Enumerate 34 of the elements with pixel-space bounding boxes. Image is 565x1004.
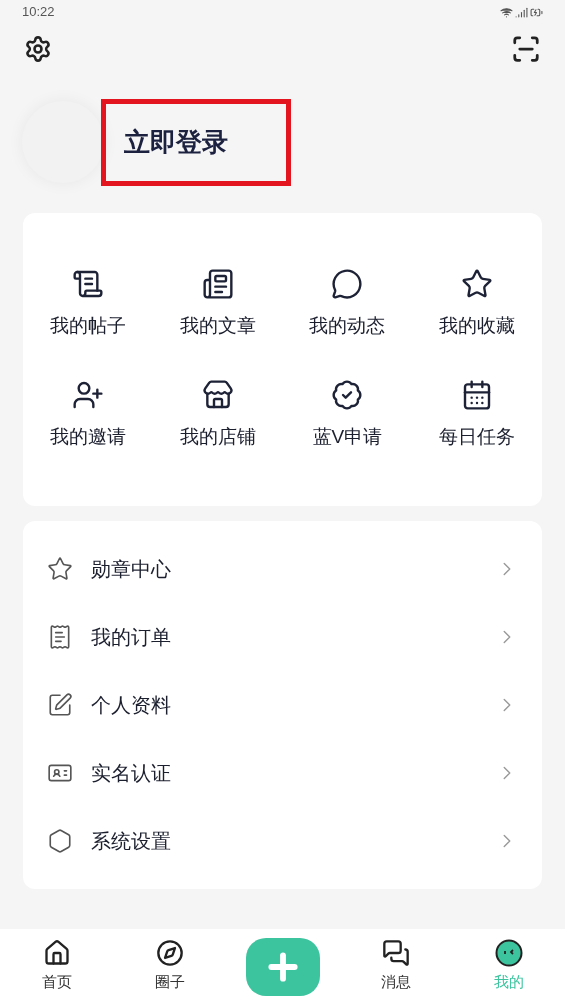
- settings-icon[interactable]: [24, 35, 52, 63]
- star-icon: [47, 556, 73, 582]
- nav-tab[interactable]: 首页: [0, 939, 113, 994]
- menu-row[interactable]: 我的订单: [23, 603, 542, 671]
- compass-icon: [155, 939, 184, 968]
- login-link[interactable]: 立即登录: [124, 122, 228, 162]
- shortcut-item[interactable]: 我的文章: [152, 268, 283, 341]
- menu-row[interactable]: 勋章中心: [23, 535, 542, 603]
- menu-row[interactable]: 实名认证: [23, 739, 542, 807]
- menu-row[interactable]: 系统设置: [23, 807, 542, 875]
- shortcut-item[interactable]: 我的店铺: [152, 378, 283, 451]
- star-icon: [461, 268, 494, 300]
- signal-icon: [515, 5, 528, 19]
- hexagon-icon: [47, 828, 73, 854]
- shortcut-item[interactable]: 我的动态: [282, 268, 413, 341]
- newspaper-icon: [201, 268, 234, 300]
- verified-badge-icon: [331, 378, 364, 411]
- chat-icon: [381, 939, 410, 968]
- store-icon: [201, 378, 234, 411]
- scan-icon[interactable]: [511, 34, 541, 64]
- menu-row[interactable]: 个人资料: [23, 671, 542, 739]
- wifi-icon: [500, 5, 513, 19]
- scroll-icon: [71, 268, 104, 300]
- shortcut-item[interactable]: 我的帖子: [23, 268, 153, 341]
- shortcut-item[interactable]: 每日任务: [412, 378, 542, 451]
- shortcut-item[interactable]: 蓝V申请: [282, 378, 413, 451]
- shortcut-item[interactable]: 我的邀请: [23, 378, 153, 451]
- home-icon: [42, 939, 71, 968]
- shortcut-item[interactable]: 我的收藏: [412, 268, 542, 341]
- status-time: 10:22: [22, 3, 55, 22]
- edit-icon: [47, 692, 73, 718]
- face-icon: [494, 939, 523, 968]
- nav-tab[interactable]: 圈子: [113, 939, 226, 994]
- nav-tab[interactable]: 消息: [339, 939, 452, 994]
